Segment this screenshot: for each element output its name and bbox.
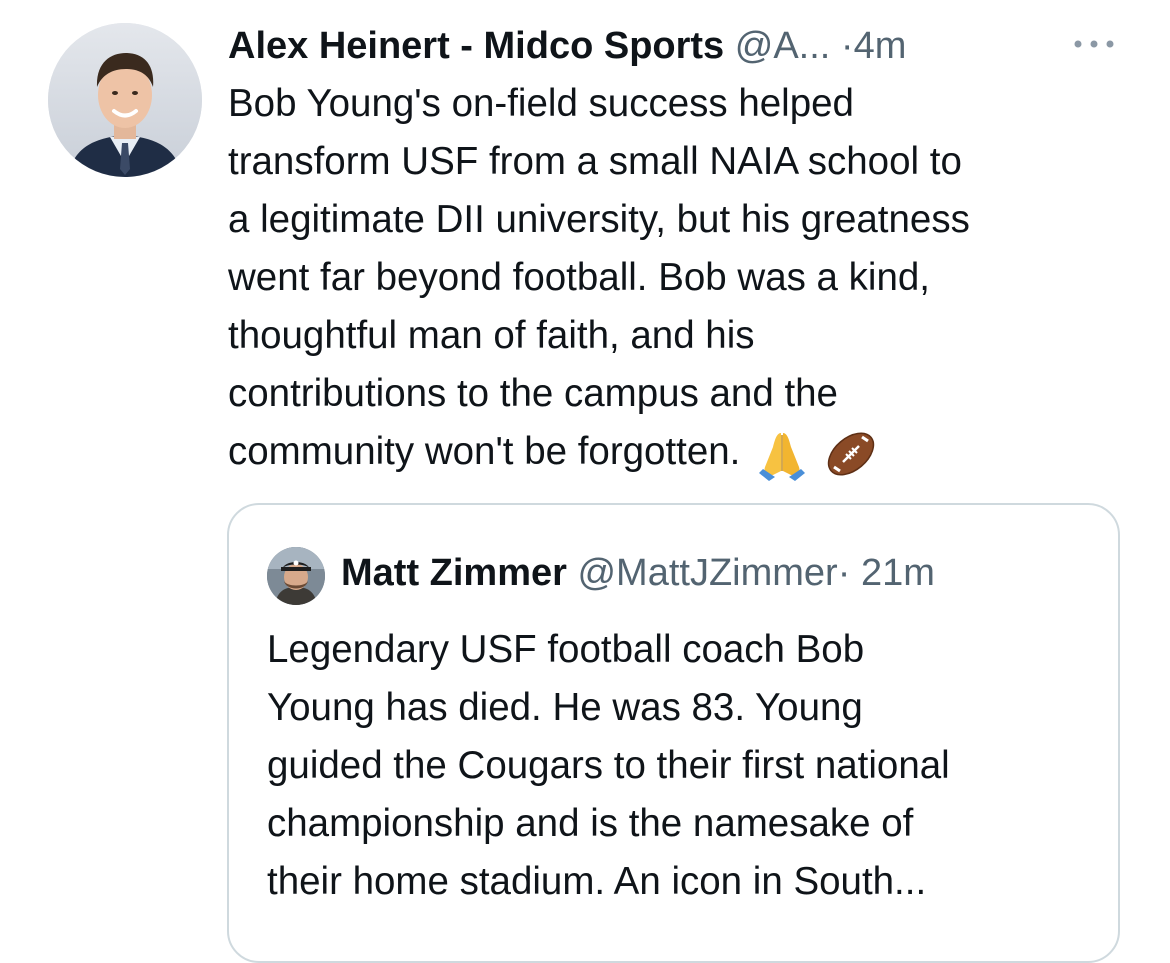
quoted-author-handle[interactable]: @MattJZimmer	[577, 552, 837, 594]
folded-hands-emoji	[759, 432, 806, 481]
author-display-name[interactable]: Alex Heinert - Midco Sports	[228, 25, 724, 67]
tweet-text: Bob Young's on-field success helped tran…	[228, 75, 1128, 481]
quoted-author-display-name[interactable]: Matt Zimmer	[341, 552, 567, 594]
tweet-header: Alex Heinert - Midco Sports @A... ·4m	[228, 22, 1128, 70]
tweet-text-line: Bob Young's on-field success helped	[228, 82, 854, 125]
quoted-text-line: their home stadium. An icon in South...	[267, 860, 927, 903]
author-avatar[interactable]	[48, 23, 202, 177]
quoted-text-line: Legendary USF football coach Bob	[267, 628, 865, 671]
quoted-tweet[interactable]: Matt Zimmer @MattJZimmer· 21m Legendary …	[227, 503, 1120, 963]
quoted-tweet-text: Legendary USF football coach Bob Young h…	[267, 621, 1097, 911]
timestamp[interactable]: 4m	[854, 25, 907, 67]
quoted-text-line: championship and is the namesake of	[267, 802, 914, 845]
tweet-text-line: contributions to the campus and the	[228, 372, 838, 415]
tweet-text-line: community won't be forgotten.	[228, 430, 741, 473]
tweet-text-line: a legitimate DII university, but his gre…	[228, 198, 970, 241]
quoted-author-avatar[interactable]	[267, 547, 325, 605]
tweet[interactable]: Alex Heinert - Midco Sports @A... ·4m Bo…	[0, 0, 1170, 963]
tweet-text-line: went far beyond football. Bob was a kind…	[228, 256, 930, 299]
tweet-text-line: thoughtful man of faith, and his	[228, 314, 755, 357]
separator-dot: ·	[840, 25, 854, 67]
quoted-text-line: guided the Cougars to their first nation…	[267, 744, 950, 787]
quoted-timestamp[interactable]: 21m	[861, 552, 935, 594]
tweet-text-last-line: community won't be forgotten.	[228, 423, 1128, 481]
quoted-text-line: Young has died. He was 83. Young	[267, 686, 863, 729]
american-football-emoji	[827, 432, 874, 476]
separator-dot: ·	[837, 552, 851, 594]
quoted-tweet-header: Matt Zimmer @MattJZimmer· 21m	[341, 549, 935, 597]
more-horizontal-icon[interactable]	[1068, 32, 1120, 56]
tweet-text-line: transform USF from a small NAIA school t…	[228, 140, 962, 183]
author-handle[interactable]: @A...	[735, 25, 831, 67]
